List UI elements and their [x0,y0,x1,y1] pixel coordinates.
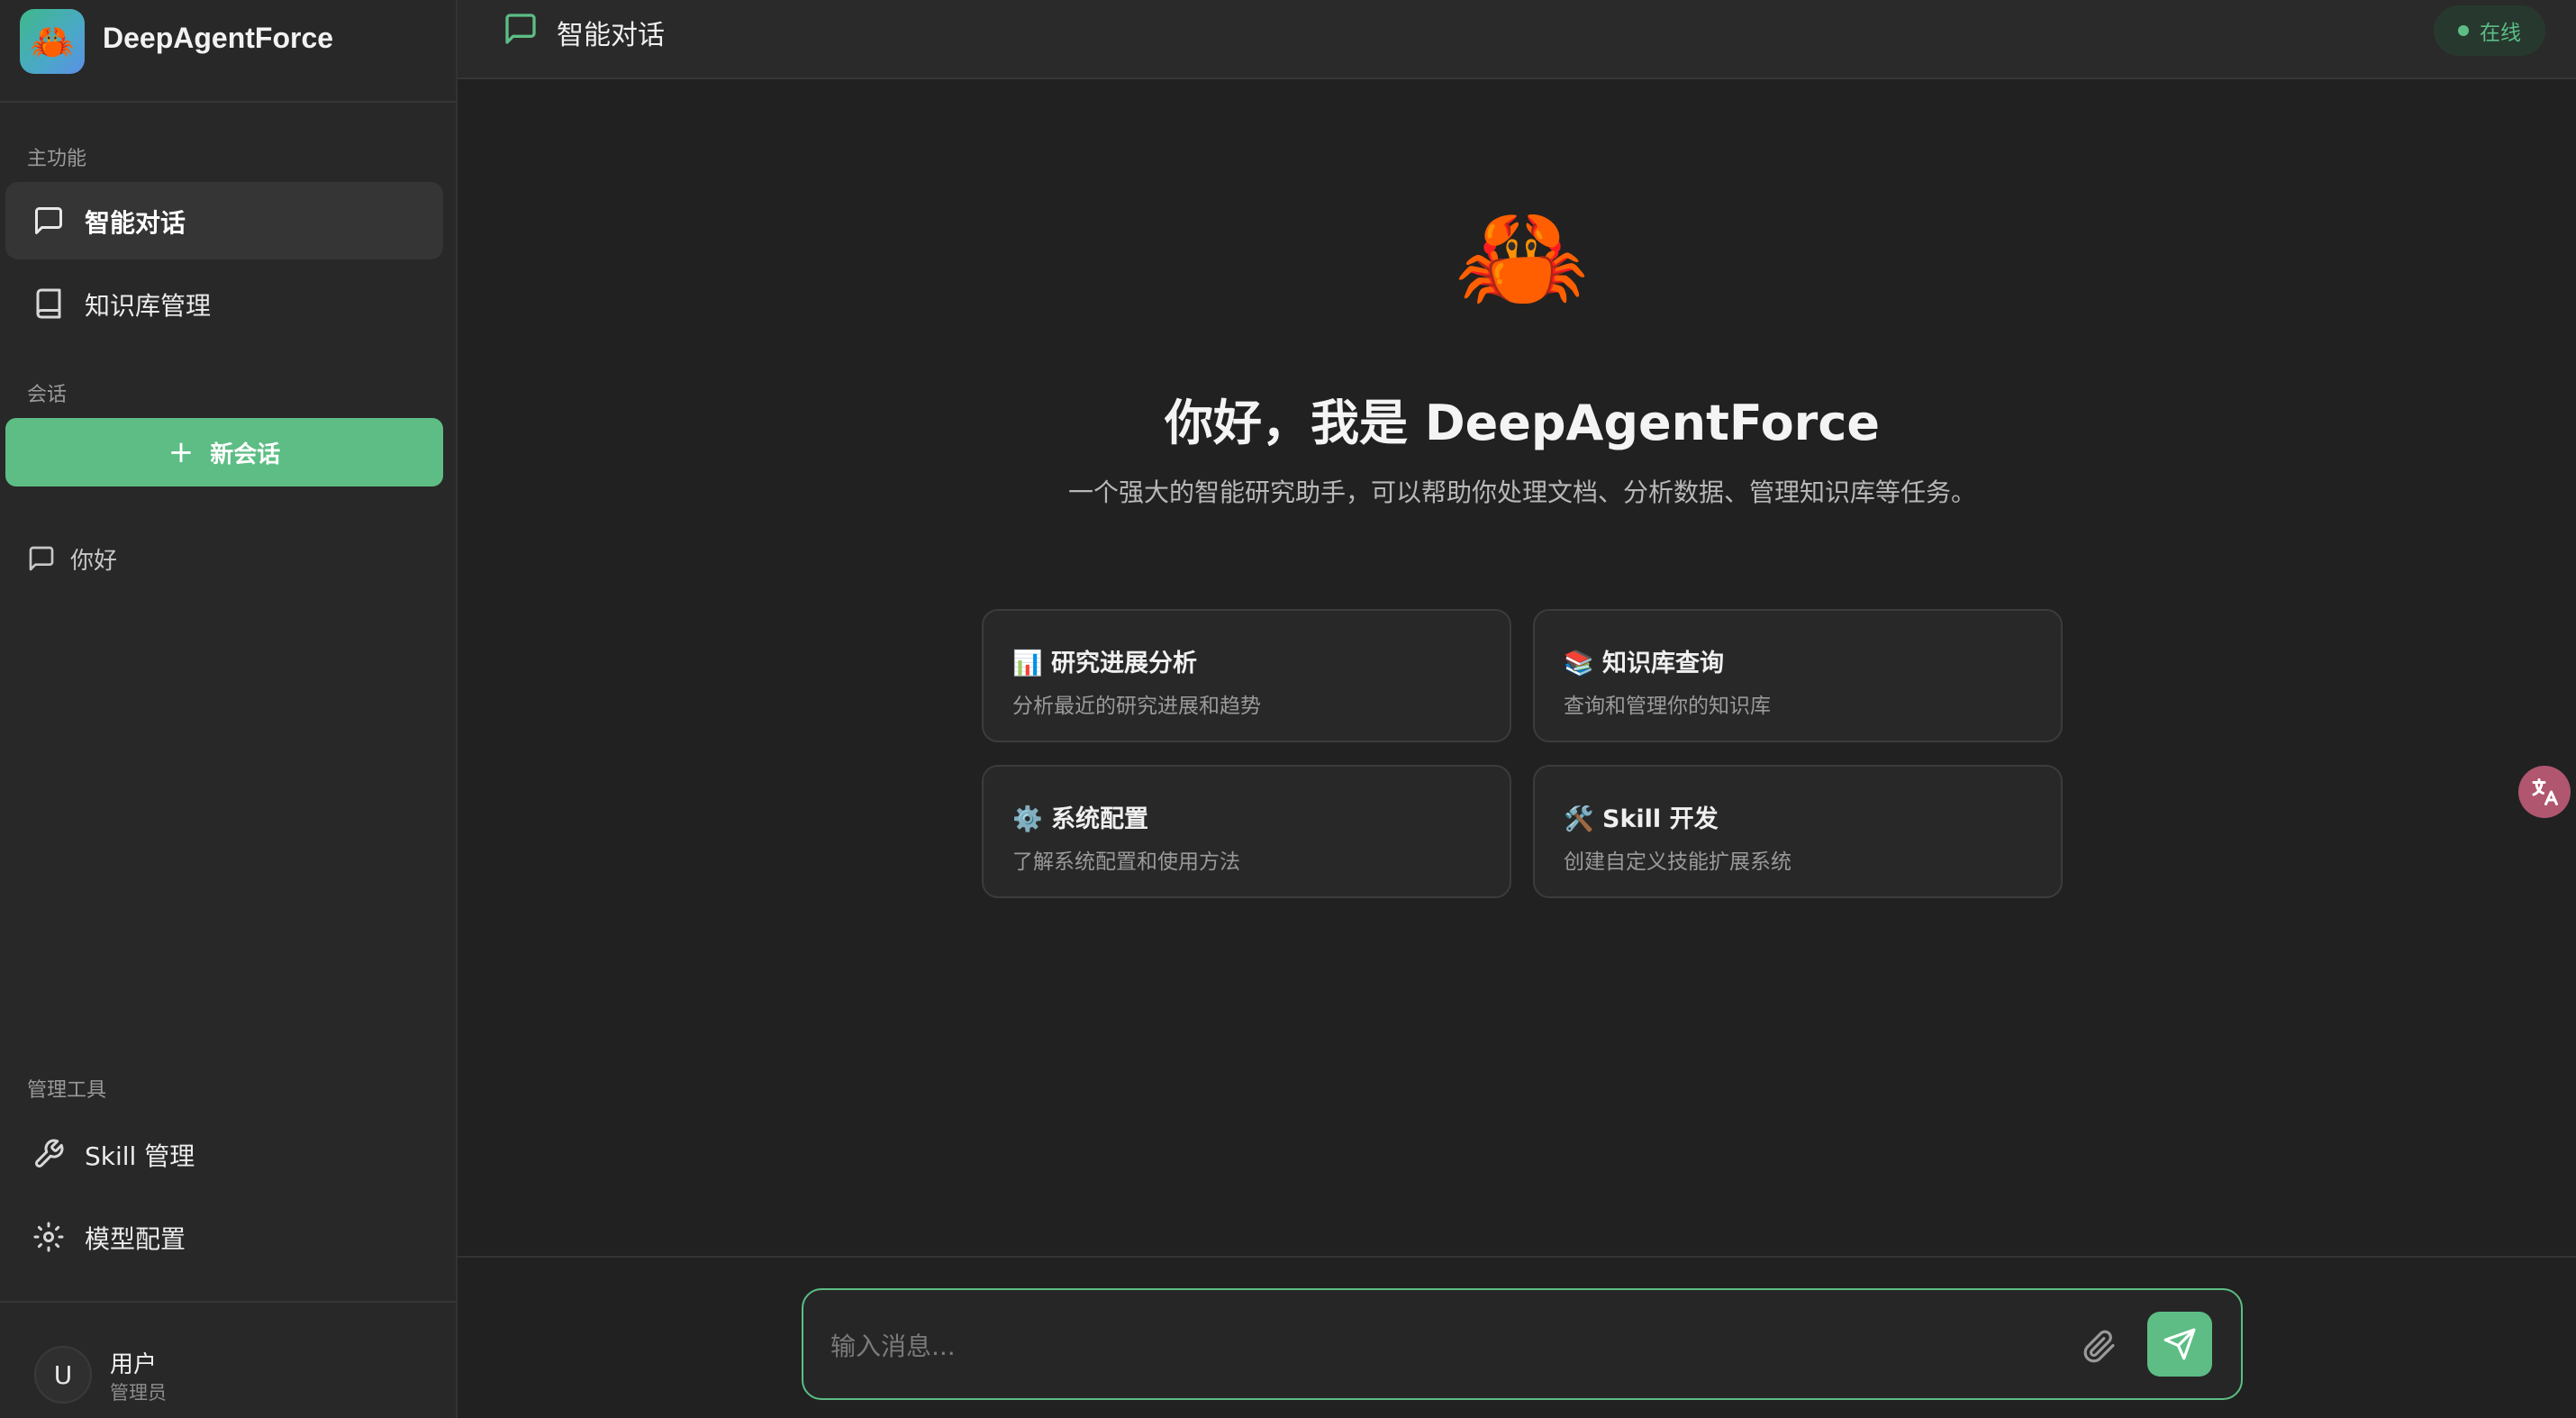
sidebar-item-chat[interactable]: 智能对话 [5,182,443,259]
app-logo: 🦀 [20,9,85,74]
status-text: 在线 [2480,22,2521,45]
status-badge: 在线 [2434,5,2545,56]
send-button[interactable] [2147,1312,2212,1377]
section-label-conversation: 会话 [27,384,68,406]
sidebar-item-label: 模型配置 [85,1224,186,1254]
message-input[interactable] [830,1319,2091,1373]
status-dot-icon [2458,25,2469,36]
welcome-subtitle: 一个强大的智能研究助手，可以帮助你处理文档、分析数据、管理知识库等任务。 [1067,477,1976,507]
message-composer [802,1288,2243,1400]
user-role: 管理员 [110,1382,167,1404]
page-title: 智能对话 [557,20,665,51]
suggestion-card-research[interactable]: 📊 研究进展分析 分析最近的研究进展和趋势 [982,609,1511,742]
sidebar-item-label: Skill 管理 [85,1141,195,1171]
top-bar: 智能对话 在线 [458,0,2576,79]
suggestion-card-config[interactable]: ⚙️ 系统配置 了解系统配置和使用方法 [982,765,1511,898]
chat-icon [32,205,65,237]
user-name: 用户 [110,1351,158,1378]
welcome-title: 你好，我是 DeepAgentForce [1165,395,1880,451]
wrench-icon [32,1138,65,1170]
chat-icon [503,11,539,47]
sidebar-item-skill-management[interactable]: Skill 管理 [5,1115,443,1193]
suggestion-card-knowledge[interactable]: 📚 知识库查询 查询和管理你的知识库 [1533,609,2063,742]
plus-icon: + [168,434,195,470]
new-chat-button[interactable]: + 新会话 [5,418,443,486]
section-label-main: 主功能 [27,148,87,170]
sidebar-item-model-config[interactable]: 模型配置 [5,1198,443,1276]
section-label-admin: 管理工具 [27,1079,107,1102]
suggestion-card-skill[interactable]: 🛠️ Skill 开发 创建自定义技能扩展系统 [1533,765,2063,898]
user-profile[interactable]: U 用户 管理员 [0,1301,456,1418]
chat-icon [27,544,56,573]
app-name: DeepAgentForce [103,22,334,54]
sidebar-item-knowledge-base[interactable]: 知识库管理 [5,265,443,342]
sidebar-item-label: 智能对话 [85,208,186,238]
translate-icon[interactable] [2518,766,2571,818]
sidebar: 🦀 DeepAgentForce 主功能 智能对话 知识库管理 会话 + 新会话… [0,0,458,1418]
conversation-label: 你好 [70,547,118,575]
crab-icon: 🦀 [1455,195,1590,321]
card-desc: 创建自定义技能扩展系统 [1564,850,1791,874]
attachment-icon[interactable] [2082,1330,2117,1364]
card-title: 🛠️ Skill 开发 [1564,805,1719,833]
card-desc: 查询和管理你的知识库 [1564,695,1771,718]
sidebar-item-label: 知识库管理 [85,291,212,321]
brand-header: 🦀 DeepAgentForce [0,0,456,103]
card-desc: 分析最近的研究进展和趋势 [1012,695,1261,718]
new-chat-label: 新会话 [210,441,281,468]
card-title: 📊 研究进展分析 [1012,650,1198,677]
card-desc: 了解系统配置和使用方法 [1012,850,1240,874]
send-icon [2163,1328,2196,1360]
card-title: 📚 知识库查询 [1564,650,1725,677]
conversation-item[interactable]: 你好 [27,541,117,577]
book-icon [32,287,65,320]
card-title: ⚙️ 系统配置 [1012,805,1149,833]
gear-icon [32,1221,65,1253]
avatar: U [34,1346,92,1404]
